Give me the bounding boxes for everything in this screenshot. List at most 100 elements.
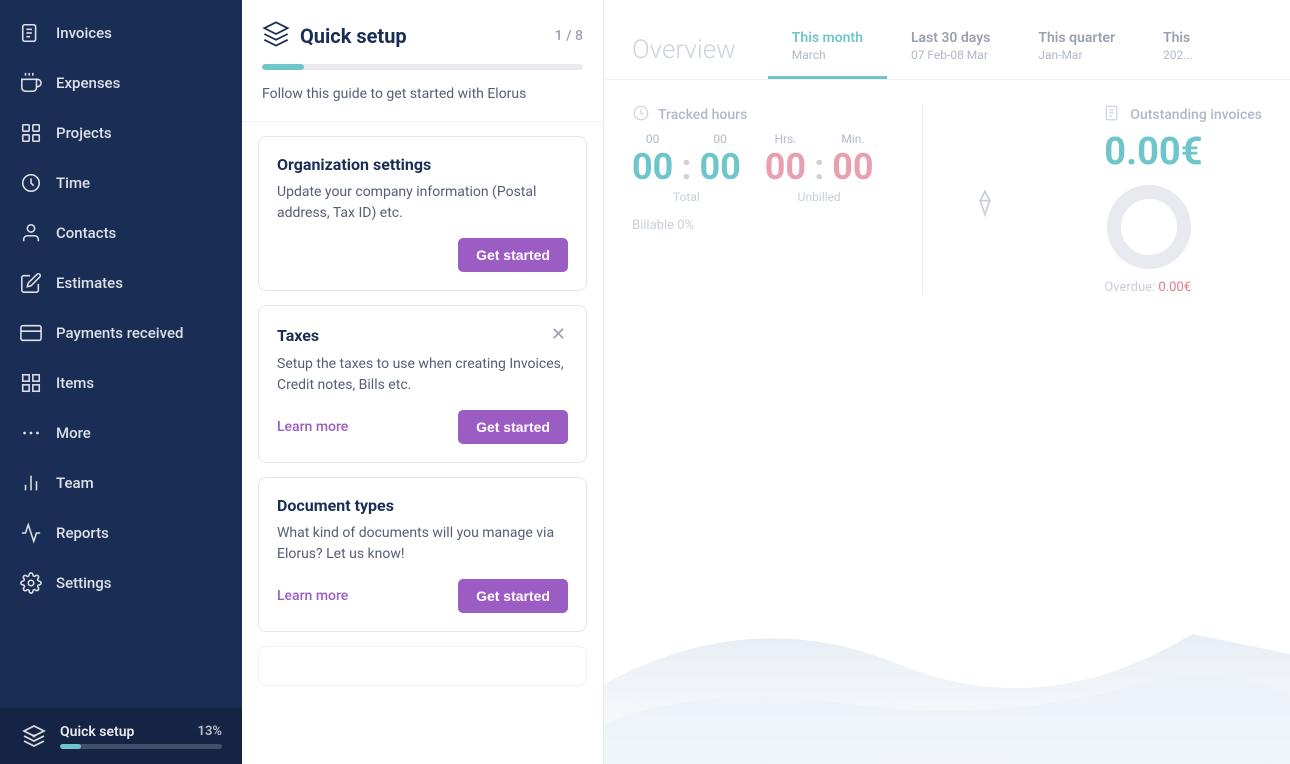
quick-setup-progress-bar: [60, 744, 222, 749]
card-taxes-close[interactable]: ✕: [549, 324, 568, 346]
overview-panel: Overview This month March Last 30 days 0…: [604, 0, 1290, 764]
outstanding-label: Outstanding invoices: [1130, 107, 1262, 123]
card-org-title: Organization settings: [277, 155, 431, 174]
sidebar-item-reports[interactable]: Reports: [0, 508, 242, 558]
sidebar-quick-setup-bar[interactable]: Quick setup 13%: [0, 708, 242, 764]
overview-content: Tracked hours 00 00 : 00: [604, 80, 1290, 764]
card-doc-learn-more[interactable]: Learn more: [277, 588, 348, 604]
card-doc-get-started[interactable]: Get started: [458, 579, 568, 613]
sidebar-item-expenses[interactable]: Expenses: [0, 58, 242, 108]
quick-setup-bar-icon: [20, 722, 48, 750]
card-org-desc: Update your company information (Postal …: [277, 182, 568, 224]
sidebar: Invoices Expenses Projects Time: [0, 0, 242, 764]
stats-divider: [922, 104, 923, 295]
overview-header: Overview This month March Last 30 days 0…: [604, 0, 1290, 80]
tab-last-30[interactable]: Last 30 days 07 Feb-08 Mar: [887, 20, 1014, 79]
diamond-icon: [971, 189, 999, 221]
invoice-icon: [1104, 104, 1122, 126]
items-icon: [20, 372, 42, 394]
quick-setup-description: Follow this guide to get started with El…: [262, 84, 583, 105]
tab-last-30-sub: 07 Feb-08 Mar: [911, 48, 988, 62]
sidebar-item-invoices[interactable]: Invoices: [0, 8, 242, 58]
unbilled-label: Unbilled: [798, 190, 841, 204]
sidebar-label-payments: Payments received: [56, 324, 183, 342]
card-org-get-started[interactable]: Get started: [458, 238, 568, 272]
overdue-label: Overdue:: [1104, 280, 1155, 295]
unbilled-hrs: 00: [765, 146, 806, 188]
total-hrs: 00: [632, 146, 673, 188]
billable-label: Billable 0%: [632, 218, 874, 233]
sidebar-item-projects[interactable]: Projects: [0, 108, 242, 158]
total-label: Total: [673, 190, 700, 204]
tab-this-quarter[interactable]: This quarter Jan-Mar: [1014, 20, 1139, 79]
quick-setup-title: Quick setup: [300, 24, 407, 48]
sidebar-label-time: Time: [56, 174, 90, 192]
tab-this-year-label: This: [1163, 30, 1190, 46]
quick-setup-progress-fill: [262, 64, 304, 70]
quick-setup-panel: Quick setup 1 / 8 Follow this guide to g…: [242, 0, 604, 764]
settings-icon: [20, 572, 42, 594]
sidebar-label-team: Team: [56, 474, 94, 492]
outstanding-invoices-block: Outstanding invoices 0.00€ Overdue: 0.00…: [1104, 104, 1262, 295]
card-doc-desc: What kind of documents will you manage v…: [277, 523, 568, 565]
tab-this-month-label: This month: [792, 30, 863, 46]
total-min: 00: [699, 146, 740, 188]
setup-card-taxes: Taxes ✕ Setup the taxes to use when crea…: [258, 305, 587, 463]
sidebar-item-estimates[interactable]: Estimates: [0, 258, 242, 308]
sidebar-item-contacts[interactable]: Contacts: [0, 208, 242, 258]
tracked-hours-block: Tracked hours 00 00 : 00: [632, 104, 874, 295]
sidebar-item-more[interactable]: More: [0, 408, 242, 458]
quick-setup-bar-label: Quick setup: [60, 724, 198, 740]
expenses-icon: [20, 72, 42, 94]
team-icon: [20, 472, 42, 494]
payments-icon: [20, 322, 42, 344]
quick-setup-icon: [262, 20, 290, 52]
quick-setup-progress-fill: [60, 744, 81, 749]
sidebar-item-team[interactable]: Team: [0, 458, 242, 508]
sidebar-label-expenses: Expenses: [56, 74, 120, 92]
invoices-icon: [20, 22, 42, 44]
card-taxes-desc: Setup the taxes to use when creating Inv…: [277, 354, 568, 396]
more-icon: [20, 422, 42, 444]
stats-row: Tracked hours 00 00 : 00: [632, 104, 1262, 295]
clock-icon: [632, 104, 650, 126]
sidebar-nav: Invoices Expenses Projects Time: [0, 0, 242, 708]
tab-this-month-sub: March: [792, 48, 826, 62]
card-doc-title: Document types: [277, 496, 394, 515]
donut-chart: [1104, 182, 1194, 272]
tab-this-year-sub: 202...: [1163, 48, 1193, 62]
sidebar-label-invoices: Invoices: [56, 24, 112, 42]
setup-card-partial: [258, 646, 587, 686]
sidebar-item-payments[interactable]: Payments received: [0, 308, 242, 358]
time-icon: [20, 172, 42, 194]
tab-this-month[interactable]: This month March: [768, 20, 887, 79]
overview-title: Overview: [632, 35, 736, 79]
sidebar-label-more: More: [56, 424, 91, 442]
setup-card-doc-types: Document types What kind of documents wi…: [258, 477, 587, 632]
outstanding-value: 0.00€: [1104, 130, 1262, 174]
chart-area: [604, 504, 1290, 764]
card-taxes-learn-more[interactable]: Learn more: [277, 419, 348, 435]
card-taxes-get-started[interactable]: Get started: [458, 410, 568, 444]
sidebar-label-estimates: Estimates: [56, 274, 123, 292]
sidebar-item-items[interactable]: Items: [0, 358, 242, 408]
estimates-icon: [20, 272, 42, 294]
setup-card-org: Organization settings Update your compan…: [258, 136, 587, 291]
sidebar-label-items: Items: [56, 374, 94, 392]
overview-tabs: This month March Last 30 days 07 Feb-08 …: [768, 20, 1217, 79]
tab-this-year[interactable]: This 202...: [1139, 20, 1217, 79]
quick-setup-header: Quick setup 1 / 8 Follow this guide to g…: [242, 0, 603, 122]
unbilled-min: 00: [832, 146, 873, 188]
quick-setup-bar-badge: 13%: [198, 724, 222, 739]
sidebar-item-settings[interactable]: Settings: [0, 558, 242, 608]
tab-this-quarter-sub: Jan-Mar: [1038, 48, 1082, 62]
tab-last-30-label: Last 30 days: [911, 30, 990, 46]
sidebar-item-time[interactable]: Time: [0, 158, 242, 208]
tab-this-quarter-label: This quarter: [1038, 30, 1115, 46]
contacts-icon: [20, 222, 42, 244]
sidebar-label-projects: Projects: [56, 124, 112, 142]
sidebar-label-contacts: Contacts: [56, 224, 116, 242]
quick-setup-progress: [262, 64, 583, 70]
card-taxes-title: Taxes: [277, 326, 319, 345]
sidebar-label-settings: Settings: [56, 574, 112, 592]
